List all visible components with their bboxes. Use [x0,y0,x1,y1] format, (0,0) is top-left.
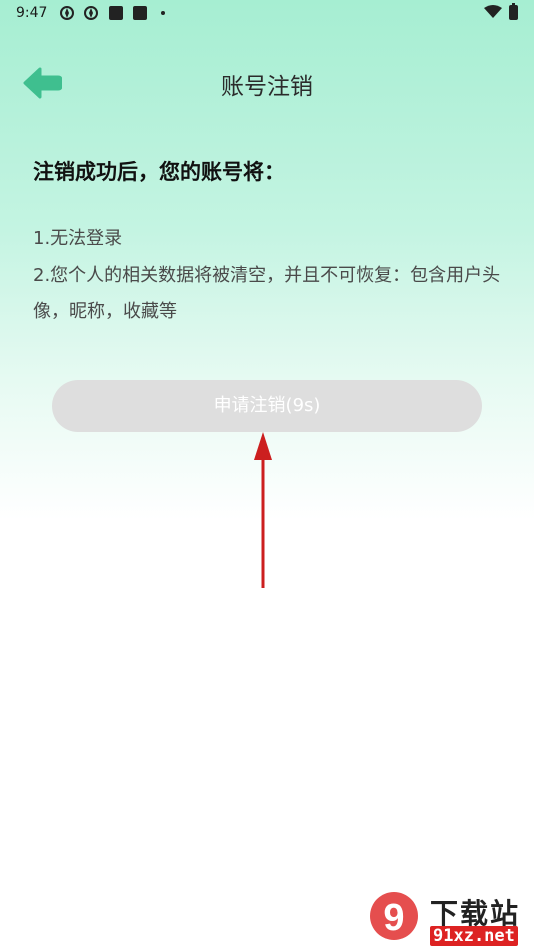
svg-text:9: 9 [383,897,404,939]
section-heading: 注销成功后，您的账号将： [33,160,285,184]
square-notification-icon [109,6,123,20]
wifi-icon [484,5,502,18]
page-title: 账号注销 [221,74,313,100]
status-bar: 9:47 [0,0,534,28]
more-dot-icon [161,11,165,15]
notice-line-2: 2.您个人的相关数据将被清空，并且不可恢复：包含用户头像，昵称，收藏等 [33,265,501,322]
battery-icon [509,3,518,20]
app-notification-icon [84,6,98,20]
annotation-arrow-icon [254,432,272,588]
status-time: 9:47 [16,5,48,21]
watermark-url: 91xz.net [430,926,518,946]
square-notification-icon [133,6,147,20]
apply-cancellation-button[interactable]: 申请注销(9s) [52,380,482,432]
app-notification-icon [60,6,74,20]
notice-line-1: 1.无法登录 [33,228,123,249]
